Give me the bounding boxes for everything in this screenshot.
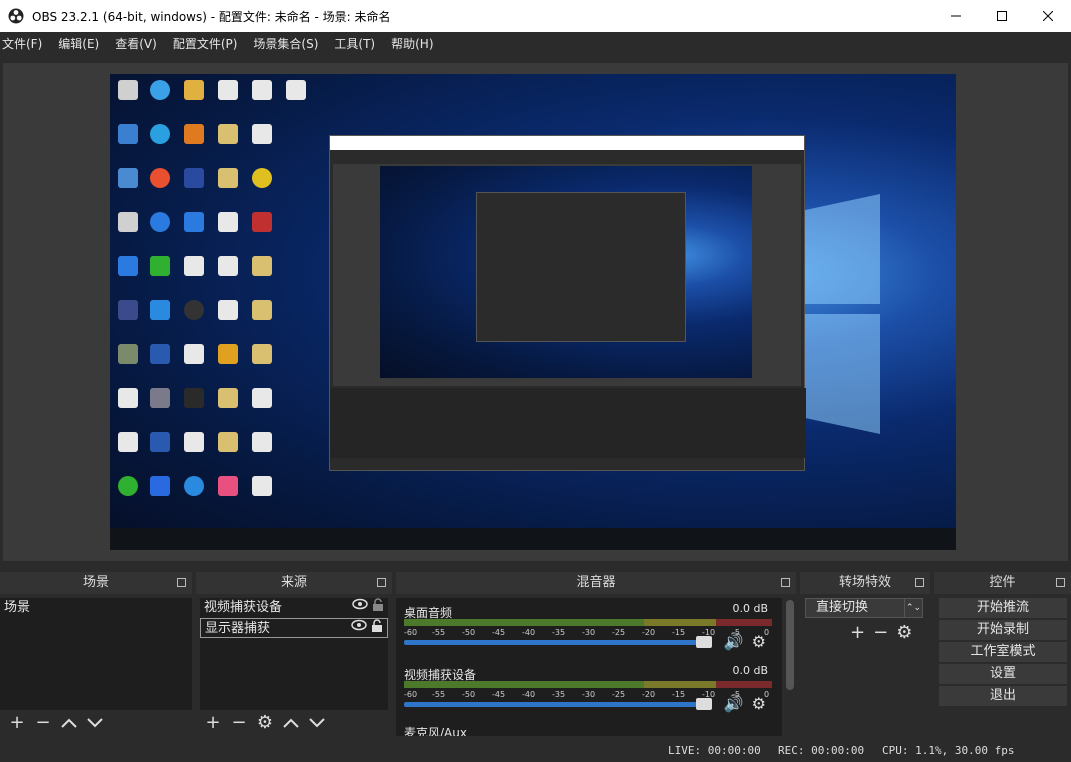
eye-icon[interactable]: [351, 619, 367, 631]
speaker-icon[interactable]: 🔊: [724, 632, 744, 651]
channel-db: 0.0 dB: [732, 664, 768, 677]
float-dock-icon[interactable]: [781, 578, 790, 587]
maximize-button[interactable]: [979, 0, 1025, 32]
mixer-channel: 桌面音频 0.0 dB -60 -55 -50 -45 -40 -35 -30 …: [404, 602, 772, 660]
lock-icon[interactable]: [372, 598, 384, 612]
float-dock-icon[interactable]: [177, 578, 186, 587]
window-title: OBS 23.2.1 (64-bit, windows) - 配置文件: 未命名…: [32, 9, 391, 24]
minimize-button[interactable]: [933, 0, 979, 32]
add-transition-plus-icon[interactable]: +: [850, 622, 865, 643]
channel-db: 0.0 dB: [732, 602, 768, 615]
controls-dock-title: 控件: [989, 575, 1016, 590]
float-dock-icon[interactable]: [377, 578, 386, 587]
studio-mode-button[interactable]: 工作室模式: [939, 642, 1067, 662]
float-dock-icon[interactable]: [915, 578, 924, 587]
menu-view[interactable]: 查看(V): [113, 32, 165, 56]
scene-item[interactable]: 场景: [0, 598, 192, 618]
mixer-scrollbar[interactable]: [786, 600, 794, 690]
channel-name: 视频捕获设备: [404, 668, 477, 682]
volume-fader-handle[interactable]: [696, 698, 712, 710]
chevron-updown-icon: ⌃⌄: [904, 599, 922, 617]
volume-meter: [404, 619, 772, 626]
add-scene-plus-icon[interactable]: +: [4, 710, 30, 736]
gear-icon[interactable]: ⚙: [752, 694, 766, 713]
meter-scale: -60 -55 -50 -45 -40 -35 -30 -25 -20 -15 …: [404, 690, 770, 699]
close-icon: [1043, 11, 1053, 21]
sources-dock: 来源 视频捕获设备 显示器捕获 + − ⚙: [196, 572, 392, 736]
mixer-channel: 麦克风/Aux: [404, 722, 772, 736]
source-item-selected[interactable]: 显示器捕获: [200, 618, 388, 638]
nested-obs-window: [329, 135, 806, 471]
preview-screen-capture: [110, 74, 956, 550]
live-timer: LIVE: 00:00:00: [668, 744, 761, 757]
exit-button[interactable]: 退出: [939, 686, 1067, 706]
scenes-list: 场景: [0, 598, 192, 710]
source-properties-gear-icon[interactable]: ⚙: [252, 710, 278, 736]
transition-select[interactable]: 直接切换 ⌃⌄: [805, 598, 923, 618]
channel-name: 桌面音频: [404, 606, 453, 620]
mixer-channels: 桌面音频 0.0 dB -60 -55 -50 -45 -40 -35 -30 …: [396, 598, 782, 736]
eye-icon[interactable]: [352, 598, 368, 610]
gear-icon[interactable]: ⚙: [752, 632, 766, 651]
start-recording-button[interactable]: 开始录制: [939, 620, 1067, 640]
cpu-fps: CPU: 1.1%, 30.00 fps: [882, 744, 1015, 757]
preview-area[interactable]: [3, 63, 1068, 561]
controls-dock: 控件 开始推流 开始录制 工作室模式 设置 退出: [934, 572, 1071, 736]
float-dock-icon[interactable]: [1056, 578, 1065, 587]
menu-help[interactable]: 帮助(H): [389, 32, 441, 56]
title-bar: OBS 23.2.1 (64-bit, windows) - 配置文件: 未命名…: [0, 0, 1071, 32]
minimize-icon: [951, 15, 961, 17]
captured-taskbar: [110, 528, 956, 550]
add-source-plus-icon[interactable]: +: [200, 710, 226, 736]
scenes-dock: 场景 场景 + −: [0, 572, 192, 736]
rec-timer: REC: 00:00:00: [778, 744, 865, 757]
channel-name: 麦克风/Aux: [404, 726, 467, 736]
scene-up-chevron-up-icon[interactable]: [56, 710, 82, 736]
source-item[interactable]: 视频捕获设备: [200, 598, 388, 618]
volume-fader[interactable]: [404, 702, 704, 707]
source-down-chevron-down-icon[interactable]: [304, 710, 330, 736]
source-up-chevron-up-icon[interactable]: [278, 710, 304, 736]
lock-icon[interactable]: [371, 619, 383, 633]
mixer-channel: 视频捕获设备 0.0 dB -60 -55 -50 -45 -40 -35 -3…: [404, 664, 772, 722]
meter-scale: -60 -55 -50 -45 -40 -35 -30 -25 -20 -15 …: [404, 628, 770, 637]
menu-profile[interactable]: 配置文件(P): [171, 32, 246, 56]
status-bar: LIVE: 00:00:00 REC: 00:00:00 CPU: 1.1%, …: [0, 738, 1071, 762]
mixer-dock: 混音器 桌面音频 0.0 dB -60 -55 -50 -45 -40 -35 …: [396, 572, 796, 736]
volume-meter: [404, 681, 772, 688]
transition-properties-gear-icon[interactable]: ⚙: [896, 622, 912, 643]
menu-file[interactable]: 文件(F): [0, 32, 50, 56]
speaker-icon[interactable]: 🔊: [724, 694, 744, 713]
start-streaming-button[interactable]: 开始推流: [939, 598, 1067, 618]
menu-edit[interactable]: 编辑(E): [56, 32, 107, 56]
maximize-icon: [997, 11, 1007, 21]
remove-scene-minus-icon[interactable]: −: [30, 710, 56, 736]
menu-tools[interactable]: 工具(T): [332, 32, 383, 56]
volume-fader-handle[interactable]: [696, 636, 712, 648]
menu-scene-collection[interactable]: 场景集合(S): [251, 32, 326, 56]
close-button[interactable]: [1025, 0, 1071, 32]
sources-dock-title: 来源: [280, 575, 307, 590]
remove-transition-minus-icon[interactable]: −: [873, 622, 888, 643]
scene-down-chevron-down-icon[interactable]: [82, 710, 108, 736]
sources-list: 视频捕获设备 显示器捕获: [200, 598, 388, 710]
transitions-dock: 转场特效 直接切换 ⌃⌄ + − ⚙: [800, 572, 930, 736]
settings-button[interactable]: 设置: [939, 664, 1067, 684]
mixer-dock-title: 混音器: [576, 575, 616, 590]
volume-fader[interactable]: [404, 640, 704, 645]
scenes-dock-title: 场景: [82, 575, 109, 590]
remove-source-minus-icon[interactable]: −: [226, 710, 252, 736]
menu-bar: 文件(F) 编辑(E) 查看(V) 配置文件(P) 场景集合(S) 工具(T) …: [0, 32, 1071, 56]
obs-logo-icon: [8, 8, 24, 24]
transitions-dock-title: 转场特效: [838, 575, 891, 590]
